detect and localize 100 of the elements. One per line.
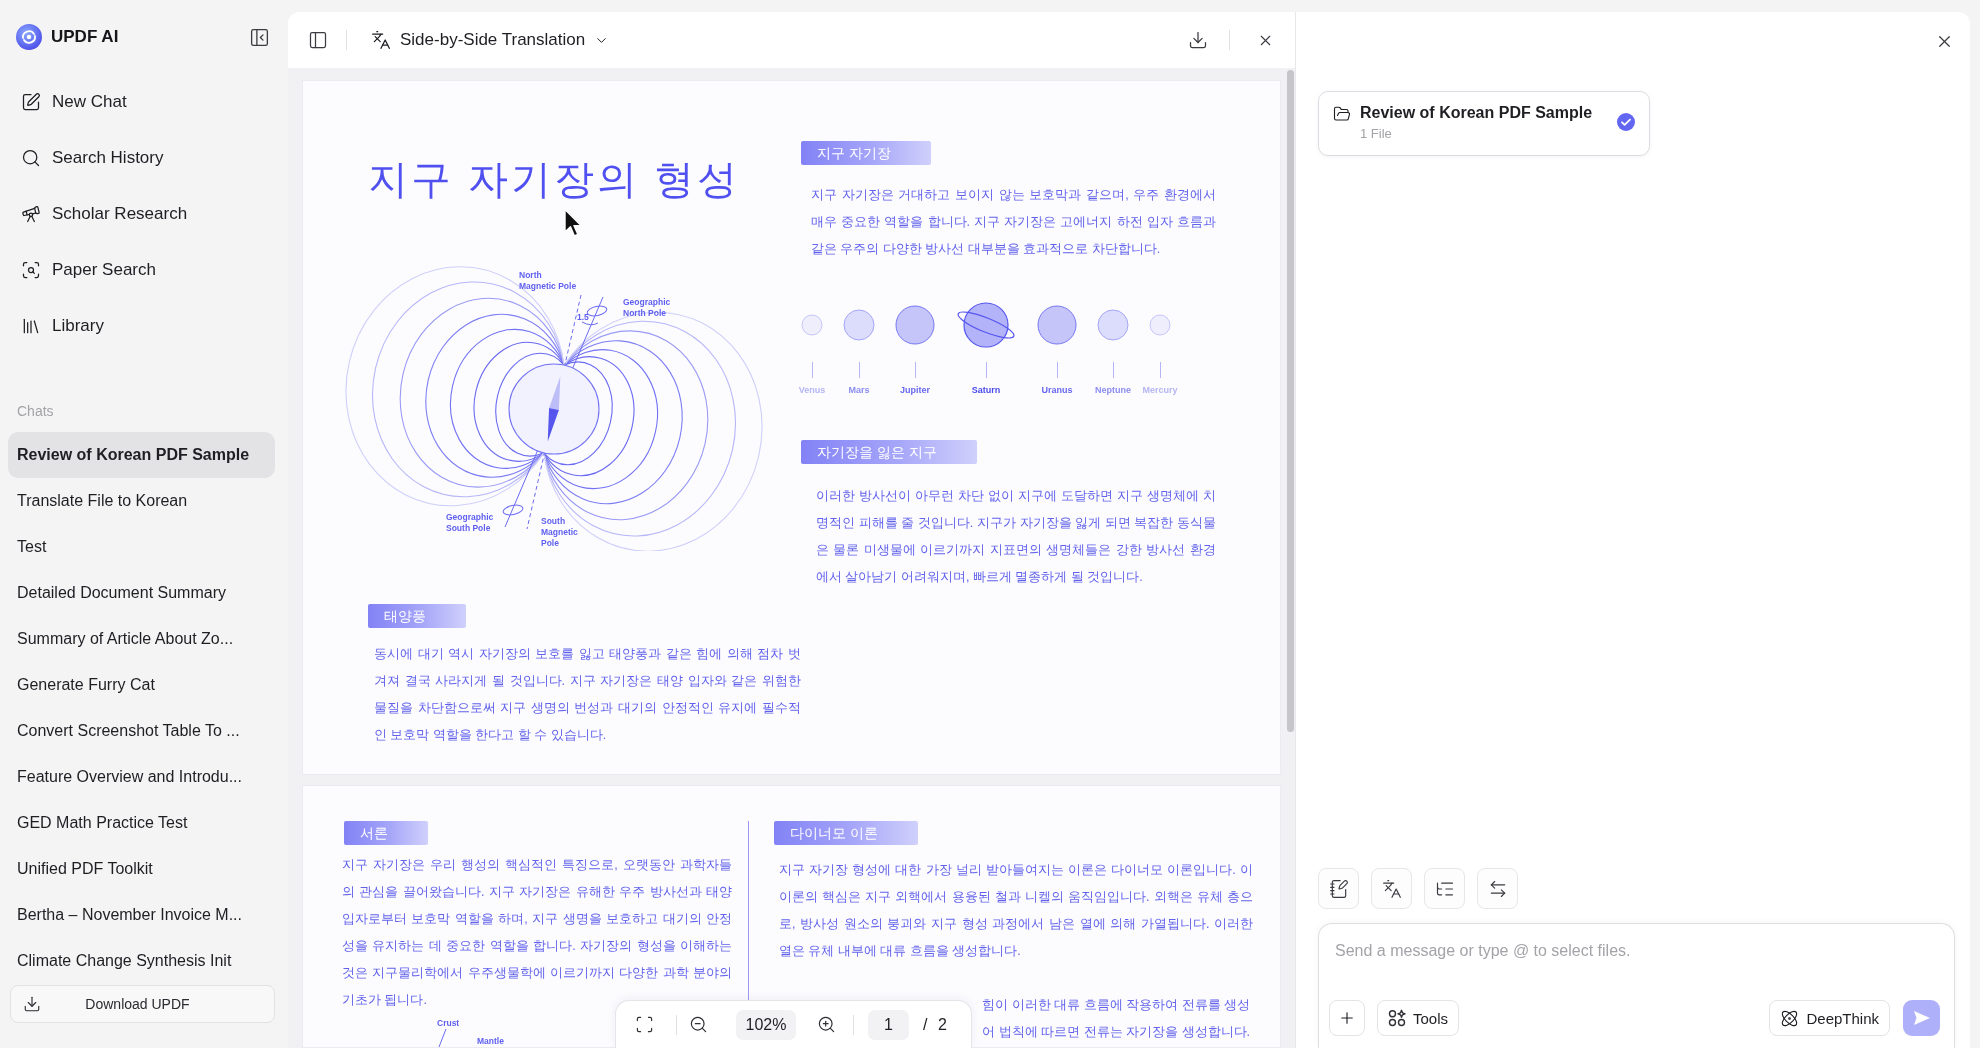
download-button[interactable] bbox=[1188, 30, 1208, 50]
search-icon bbox=[21, 148, 41, 168]
planet-label: Venus bbox=[798, 385, 826, 395]
planet bbox=[801, 314, 823, 336]
layer-label: Mantle bbox=[477, 1036, 504, 1046]
text-line: 어 법칙에 따르면 전류는 자기장을 생성합니다. bbox=[982, 1024, 1250, 1041]
sidebar-collapse-icon bbox=[249, 26, 270, 48]
planet-label: Mars bbox=[848, 385, 870, 395]
nav-item[interactable]: Search History bbox=[8, 130, 168, 186]
leader-line bbox=[811, 362, 813, 378]
planet-label: Neptune bbox=[1095, 385, 1131, 395]
chat-item[interactable]: GED Math Practice Test bbox=[8, 800, 275, 846]
ringed-planet bbox=[955, 302, 1017, 348]
download-icon bbox=[23, 995, 41, 1013]
notebook-pen-icon bbox=[1328, 878, 1349, 899]
planet bbox=[1149, 314, 1171, 336]
mode-dropdown[interactable]: Side-by-Side Translation bbox=[371, 30, 610, 50]
paragraph: 동시에 대기 역시 자기장의 보호를 잃고 태양풍과 같은 힘에 의해 점차 벗겨져 결국 사라지게 될 것입니다. 지구 자기장은 태양 입자와 같은 위험한 물질을 차단함으로써 지구 생명의 번성과 대기의 안정적인 유지에 필수적인 보호막 역할을 한다고 할 수 있습니다. bbox=[374, 646, 801, 744]
document-title: 지구 자기장의 형성 bbox=[368, 156, 741, 203]
leader-line bbox=[985, 362, 987, 378]
chat-item[interactable]: Test bbox=[8, 524, 275, 570]
page-number-field[interactable]: 1 bbox=[868, 1009, 909, 1040]
zoom-level-field[interactable]: 102% bbox=[736, 1009, 796, 1040]
file-card[interactable]: Review of Korean PDF Sample 1 File bbox=[1318, 91, 1650, 156]
chat-item[interactable]: Summary of Article About Zo... bbox=[8, 616, 275, 662]
scan-frame-icon bbox=[634, 1015, 654, 1034]
app-logo-text: UPDF AI bbox=[51, 27, 119, 47]
angle-arc bbox=[581, 321, 599, 326]
pole-label: South Magnetic Pole bbox=[541, 516, 578, 548]
chat-item[interactable]: Review of Korean PDF Sample bbox=[8, 432, 275, 478]
planet bbox=[1097, 309, 1129, 341]
layer-label: Crust bbox=[437, 1018, 460, 1028]
angle-label: 1.5 bbox=[577, 312, 589, 322]
translate-icon bbox=[1381, 878, 1402, 899]
download-app-button[interactable]: Download UPDF bbox=[10, 985, 275, 1023]
chat-item[interactable]: Unified PDF Toolkit bbox=[8, 846, 275, 892]
scrollbar-thumb[interactable] bbox=[1287, 70, 1294, 732]
atom-icon bbox=[1780, 1008, 1800, 1028]
deepthink-button[interactable]: DeepThink bbox=[1769, 1000, 1890, 1036]
leader-line bbox=[914, 362, 916, 378]
quick-tool-button[interactable] bbox=[1477, 868, 1518, 909]
chat-item[interactable]: Climate Change Synthesis Init bbox=[8, 938, 275, 984]
pole-label: Geographic South Pole bbox=[446, 512, 494, 533]
zoom-out-icon bbox=[688, 1015, 708, 1034]
panel-icon bbox=[308, 30, 328, 50]
section-heading: 태양풍 bbox=[368, 604, 466, 628]
page-total: / 2 bbox=[923, 1015, 947, 1034]
telescope-icon bbox=[21, 204, 41, 224]
quick-tool-button[interactable] bbox=[1424, 868, 1465, 909]
message-input[interactable]: Send a message or type @ to select files. bbox=[1335, 938, 1895, 972]
leader-line bbox=[1056, 362, 1058, 378]
cursor-icon bbox=[563, 208, 583, 238]
section-heading: 다이너모 이론 bbox=[774, 821, 918, 845]
planet bbox=[895, 305, 935, 345]
collapse-sidebar-button[interactable] bbox=[249, 26, 270, 48]
section-heading: 자기장을 잃은 지구 bbox=[801, 440, 977, 464]
section-heading: 지구 자기장 bbox=[801, 141, 931, 165]
nav-item[interactable]: New Chat bbox=[8, 74, 131, 130]
planet bbox=[1037, 305, 1077, 345]
planet-label: Uranus bbox=[1041, 385, 1073, 395]
tools-button[interactable]: Tools bbox=[1377, 1000, 1460, 1036]
scan-search-icon bbox=[21, 260, 41, 280]
folder-icon bbox=[1333, 105, 1351, 123]
paragraph: 지구 자기장은 우리 행성의 핵심적인 특징으로, 오랫동안 과학자들의 관심을 끌어왔습니다. 지구 자기장은 유해한 우주 방사선과 태양 입자로부터 보호막 역할을 하며, 지구 생명을 보호하고 대기의 안정성을 유지하는 데 중요한 역할을 합니다. 자기장의 형성을 이해하는 것은 지구물리학에서 우주생물학에 이르기까지 다양한 과학 분야의 기초가 됩니다. bbox=[342, 857, 732, 1009]
planet-label: Saturn bbox=[971, 385, 1001, 395]
text-line: 힘이 이러한 대류 흐름에 작용하여 전류를 생성 bbox=[982, 997, 1250, 1014]
shapes-icon bbox=[1388, 1009, 1406, 1027]
section-label: Chats bbox=[16, 402, 54, 421]
add-button[interactable] bbox=[1329, 1000, 1365, 1036]
send-icon bbox=[1912, 1010, 1931, 1026]
nav-item[interactable]: Library bbox=[8, 298, 108, 354]
download-icon bbox=[1188, 30, 1208, 50]
paragraph: 이러한 방사선이 아무런 차단 없이 지구에 도달하면 지구 생명체에 치명적인 피해를 줄 것입니다. 지구가 자기장을 잃게 되면 복잡한 동식물은 물론 미생물에 이르기까지 지표면의 생명체들은 강한 방사선 환경에서 살아남기 어려워지며, 빠르게 멸종하게 될 것입니다. bbox=[816, 488, 1216, 586]
chat-item[interactable]: Convert Screenshot Table To ... bbox=[8, 708, 275, 754]
plus-icon bbox=[1338, 1009, 1356, 1027]
file-count: 1 File bbox=[1360, 126, 1392, 142]
section-heading: 서론 bbox=[344, 821, 428, 845]
chat-item[interactable]: Translate File to Korean bbox=[8, 478, 275, 524]
chat-item[interactable]: Feature Overview and Introdu... bbox=[8, 754, 275, 800]
zoom-in-icon bbox=[816, 1015, 836, 1034]
toggle-panel-button[interactable] bbox=[308, 30, 328, 50]
leader-line bbox=[438, 1028, 447, 1047]
chat-item[interactable]: Bertha – November Invoice M... bbox=[8, 892, 275, 938]
planet bbox=[843, 309, 875, 341]
leader-line bbox=[1159, 362, 1161, 378]
nav-item[interactable]: Paper Search bbox=[8, 242, 160, 298]
leader-line bbox=[858, 362, 860, 378]
quick-tool-button[interactable] bbox=[1371, 868, 1412, 909]
translate-icon bbox=[371, 30, 391, 50]
file-card-title: Review of Korean PDF Sample bbox=[1360, 103, 1594, 123]
pen-square-icon bbox=[21, 92, 41, 112]
pole-label: North Magnetic Pole bbox=[519, 270, 577, 291]
logo-icon bbox=[16, 24, 42, 50]
paragraph: 지구 자기장 형성에 대한 가장 널리 받아들여지는 이론은 다이너모 이론입니다. 이 이론의 핵심은 지구 외핵에서 용융된 철과 니켈의 움직임입니다. 외핵은 유체 층으로, 방사성 원소의 붕괴와 지구 형성 과정에서 남은 열에 의해 가열됩니다. 이러한 열은 유체 내부에 대류 흐름을 생성합니다. bbox=[779, 862, 1253, 960]
books-icon bbox=[21, 316, 41, 336]
chat-item[interactable]: Detailed Document Summary bbox=[8, 570, 275, 616]
quick-tool-button[interactable] bbox=[1318, 868, 1359, 909]
chat-item[interactable]: Generate Furry Cat bbox=[8, 662, 275, 708]
nav-item[interactable]: Scholar Research bbox=[8, 186, 192, 242]
planet-label: Mercury bbox=[1142, 385, 1178, 395]
